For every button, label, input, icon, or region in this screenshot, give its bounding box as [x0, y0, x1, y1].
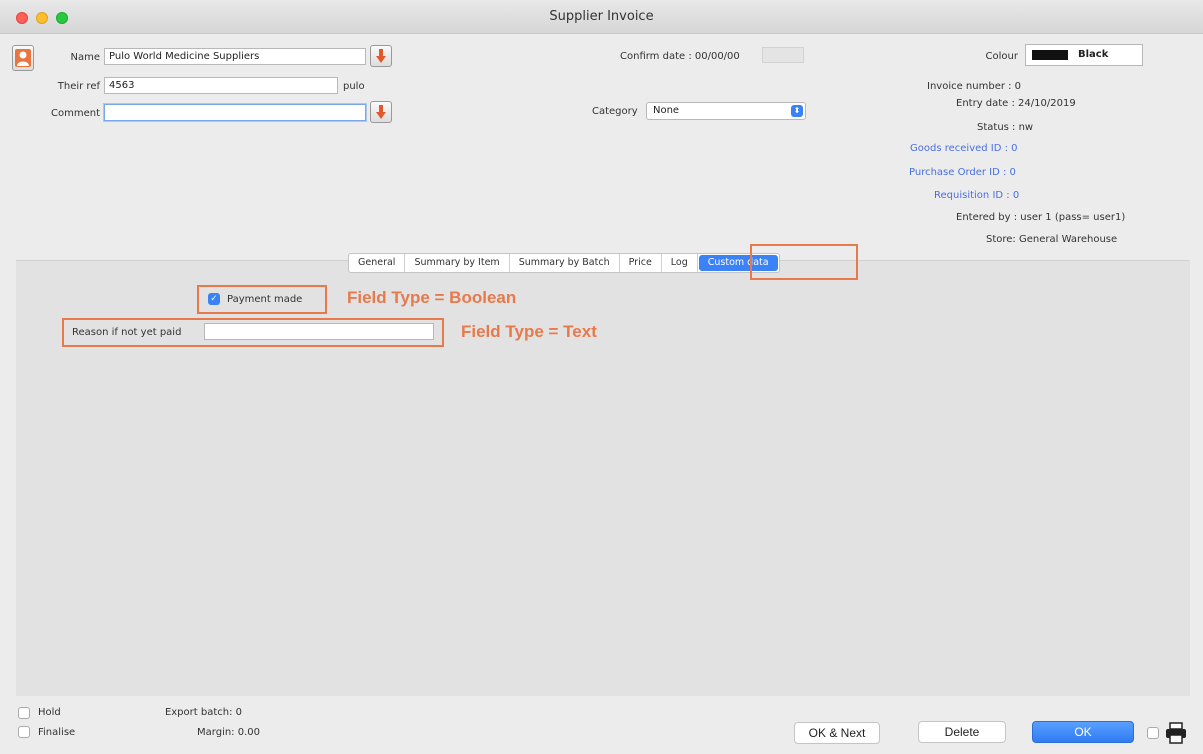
supplier-code: pulo: [343, 81, 365, 92]
supplier-invoice-window: Supplier Invoice Name Pulo World Medicin…: [0, 0, 1203, 754]
hold-label: Hold: [38, 707, 61, 718]
arrow-down-icon: [376, 105, 386, 119]
title-bar: Supplier Invoice: [0, 0, 1203, 34]
category-select[interactable]: None ⬍: [646, 102, 806, 120]
select-stepper-icon: ⬍: [791, 105, 803, 117]
tab-summary-by-item[interactable]: Summary by Item: [405, 254, 510, 272]
colour-name: Black: [1078, 49, 1109, 60]
payment-made-label: Payment made: [227, 294, 303, 305]
delete-button[interactable]: Delete: [918, 721, 1006, 743]
tab-log[interactable]: Log: [662, 254, 698, 272]
print-button[interactable]: [1164, 722, 1188, 744]
person-icon: [15, 49, 31, 67]
goods-received-link[interactable]: Goods received ID : 0: [910, 143, 1018, 154]
requisition-link[interactable]: Requisition ID : 0: [934, 190, 1019, 201]
confirm-date-box: [762, 47, 804, 63]
confirm-date: Confirm date : 00/00/00: [620, 51, 740, 62]
invoice-number: Invoice number : 0: [927, 81, 1022, 92]
window-title: Supplier Invoice: [549, 9, 654, 24]
entered-by: Entered by : user 1 (pass= user1): [956, 212, 1126, 223]
arrow-down-icon: [376, 49, 386, 63]
name-lookup-button[interactable]: [370, 45, 392, 67]
custom-data-tab-highlight: [750, 244, 858, 280]
comment-lookup-button[interactable]: [370, 101, 392, 123]
comment-field[interactable]: [104, 104, 366, 121]
payment-made-checkbox[interactable]: ✓: [208, 293, 220, 305]
ok-button[interactable]: OK: [1032, 721, 1134, 743]
tab-general[interactable]: General: [349, 254, 406, 272]
category-value: None: [653, 105, 680, 116]
print-checkbox[interactable]: [1147, 727, 1159, 739]
their-ref-field[interactable]: 4563: [104, 77, 338, 94]
finalise-checkbox[interactable]: [18, 726, 30, 738]
colour-swatch: [1032, 50, 1068, 60]
text-annotation: Field Type = Text: [461, 322, 597, 341]
tab-summary-by-batch[interactable]: Summary by Batch: [510, 254, 620, 272]
reason-label: Reason if not yet paid: [72, 327, 182, 338]
status: Status : nw: [977, 122, 1034, 133]
boolean-annotation: Field Type = Boolean: [347, 288, 517, 307]
store: Store: General Warehouse: [986, 234, 1118, 245]
colour-picker[interactable]: Black: [1025, 44, 1143, 66]
their-ref-label: Their ref: [57, 81, 100, 92]
printer-icon: [1166, 722, 1186, 744]
reason-field[interactable]: [204, 323, 434, 340]
finalise-label: Finalise: [38, 727, 76, 738]
entry-date: Entry date : 24/10/2019: [956, 98, 1076, 109]
export-batch: Export batch: 0: [164, 707, 242, 718]
colour-label: Colour: [985, 51, 1018, 62]
comment-label: Comment: [51, 108, 100, 119]
tab-price[interactable]: Price: [620, 254, 662, 272]
margin: Margin: 0.00: [197, 727, 260, 738]
ok-next-button[interactable]: OK & Next: [794, 722, 880, 744]
category-label: Category: [592, 106, 638, 117]
tab-bar: General Summary by Item Summary by Batch…: [348, 253, 780, 273]
name-field[interactable]: Pulo World Medicine Suppliers: [104, 48, 366, 65]
hold-checkbox[interactable]: [18, 707, 30, 719]
supplier-avatar-button[interactable]: [12, 45, 34, 71]
name-label: Name: [70, 52, 100, 63]
purchase-order-link[interactable]: Purchase Order ID : 0: [909, 167, 1016, 178]
